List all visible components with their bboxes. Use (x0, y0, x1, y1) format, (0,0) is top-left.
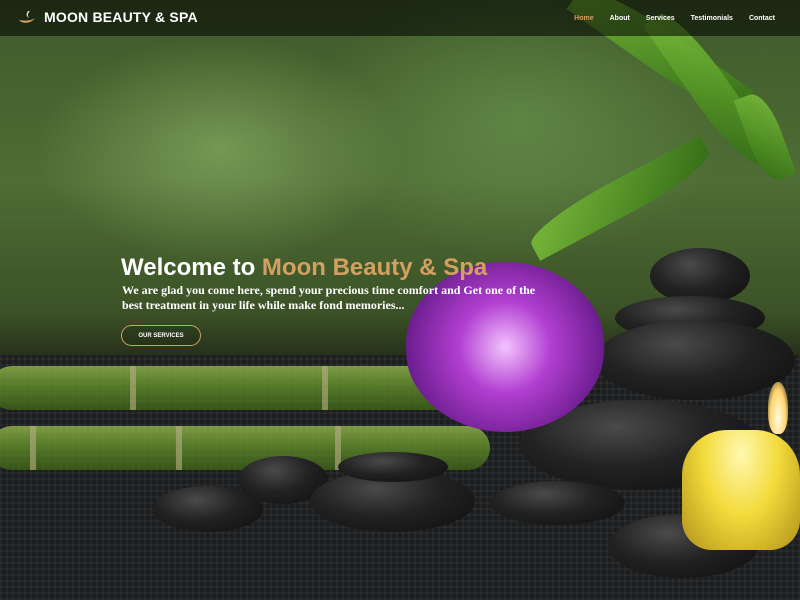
nav-menu: Home About Services Testimonials Contact (574, 0, 775, 36)
hero-subtitle: We are glad you come here, spend your pr… (122, 283, 536, 312)
hero-title-prefix: Welcome to (121, 254, 256, 281)
nav-link-about[interactable]: About (610, 15, 630, 22)
stone (338, 452, 448, 482)
stone (490, 481, 625, 525)
bamboo-stalk (0, 366, 460, 410)
nav-link-testimonials[interactable]: Testimonials (691, 15, 733, 22)
brand-name[interactable]: MOON BEAUTY & SPA (44, 9, 198, 25)
candle-flame (768, 382, 788, 434)
nav-link-services[interactable]: Services (646, 15, 675, 22)
our-services-button[interactable]: OUR SERVICES (121, 325, 201, 346)
nav-link-contact[interactable]: Contact (749, 15, 775, 22)
bamboo-leaf (523, 135, 717, 261)
nav-link-home[interactable]: Home (574, 15, 593, 22)
stone (595, 320, 795, 400)
top-navbar: MOON BEAUTY & SPA Home About Services Te… (0, 0, 800, 36)
hero-title: Welcome to Moon Beauty & Spa (121, 254, 487, 282)
hero-section: MOON BEAUTY & SPA Home About Services Te… (0, 0, 800, 600)
hero-title-accent: Moon Beauty & Spa (261, 254, 488, 281)
moon-lamp-icon[interactable] (16, 7, 38, 29)
candle (682, 430, 800, 550)
